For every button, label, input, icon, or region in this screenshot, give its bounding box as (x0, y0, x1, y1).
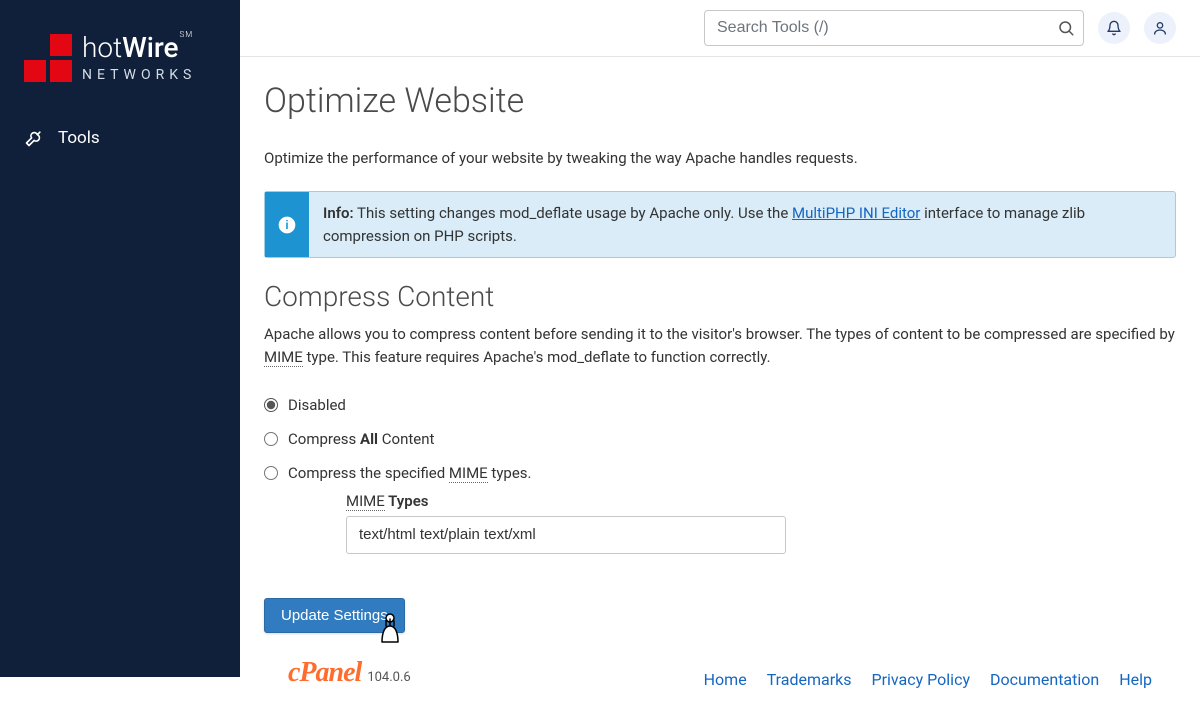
logo-mark (24, 34, 72, 82)
section-title: Compress Content (264, 280, 1176, 313)
svg-text:i: i (285, 219, 288, 232)
notifications-button[interactable] (1098, 12, 1130, 44)
user-icon (1152, 20, 1168, 36)
radio-compress-all[interactable] (264, 432, 278, 446)
radio-disabled[interactable] (264, 398, 278, 412)
footer-link-docs[interactable]: Documentation (990, 670, 1099, 689)
brand-name-part1: hot (82, 31, 122, 64)
page-title: Optimize Website (264, 81, 1176, 121)
search-wrap (704, 10, 1084, 46)
info-callout: i Info: This setting changes mod_deflate… (264, 191, 1176, 258)
mime-abbr: MIME (264, 348, 303, 367)
page-description: Optimize the performance of your website… (264, 149, 1176, 167)
tools-icon (24, 128, 44, 148)
brand-sm: SM (180, 30, 194, 39)
account-button[interactable] (1144, 12, 1176, 44)
mime-types-label-abbr: MIME (346, 492, 385, 511)
radio-disabled-label[interactable]: Disabled (288, 396, 346, 414)
content: Optimize Website Optimize the performanc… (240, 57, 1200, 707)
multiphp-ini-editor-link[interactable]: MultiPHP INI Editor (792, 204, 920, 222)
cpanel-logo: cPanel (288, 657, 361, 689)
mime-types-label-post: Types (385, 492, 429, 510)
brand-name-part2: Wire (122, 31, 178, 64)
brand-sub: NETWORKS (82, 68, 196, 82)
radio-compress-specified-label[interactable]: Compress the specified MIME types. (288, 464, 532, 482)
footer-link-privacy[interactable]: Privacy Policy (872, 670, 971, 689)
radio-compress-specified[interactable] (264, 466, 278, 480)
topbar (240, 0, 1200, 57)
search-icon (1057, 19, 1075, 37)
brand-logo: hotWireSM NETWORKS (0, 0, 240, 116)
sidebar-item-label: Tools (58, 128, 100, 148)
footer-link-trademarks[interactable]: Trademarks (767, 670, 852, 689)
mime-types-group: MIME Types (346, 492, 1176, 554)
sidebar-item-tools[interactable]: Tools (0, 116, 240, 160)
main: Optimize Website Optimize the performanc… (240, 0, 1200, 677)
info-icon: i (265, 192, 309, 257)
cpanel-version: 104.0.6 (367, 670, 410, 685)
mime-types-input[interactable] (346, 516, 786, 554)
compress-radio-group: Disabled Compress All Content Compress t… (264, 396, 1176, 554)
info-label: Info: (323, 204, 354, 222)
search-input[interactable] (704, 10, 1084, 46)
radio-compress-all-label[interactable]: Compress All Content (288, 430, 434, 448)
footer-link-help[interactable]: Help (1119, 670, 1152, 689)
footer-link-home[interactable]: Home (704, 670, 747, 689)
info-text-before: This setting changes mod_deflate usage b… (354, 204, 792, 222)
footer: cPanel 104.0.6 Home Trademarks Privacy P… (264, 633, 1176, 707)
search-button[interactable] (1054, 16, 1078, 40)
bell-icon (1106, 20, 1122, 36)
sidebar: hotWireSM NETWORKS Tools (0, 0, 240, 677)
section-description: Apache allows you to compress content be… (264, 323, 1176, 370)
update-settings-button[interactable]: Update Settings (264, 598, 405, 633)
